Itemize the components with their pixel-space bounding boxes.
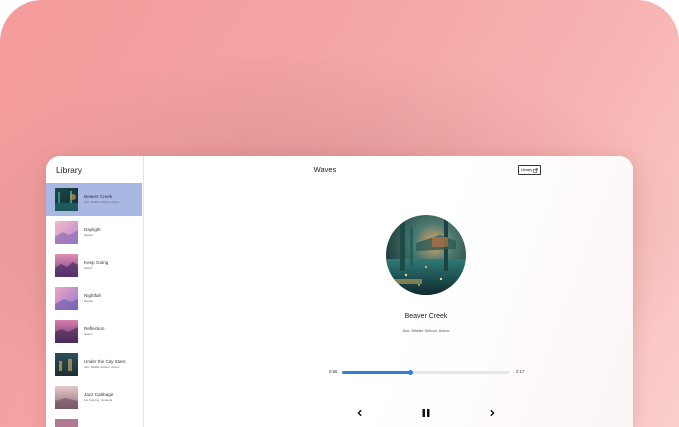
progress-fill: [342, 371, 411, 374]
album-thumbnail: [55, 188, 78, 211]
track-title: Daylight: [84, 227, 101, 232]
album-thumbnail: [55, 287, 78, 310]
album-art: [386, 215, 466, 295]
album-thumbnail: [55, 353, 78, 376]
track-artist: Nguza: [84, 299, 93, 303]
album-thumbnail: [55, 221, 78, 244]
track-item-daylight[interactable]: Daylight Nguza: [46, 216, 142, 249]
chevron-right-icon: [490, 409, 495, 417]
next-button[interactable]: [486, 407, 498, 419]
track-artist: Swørn: [84, 332, 93, 336]
pause-button[interactable]: [420, 407, 432, 419]
duration: 2:17: [516, 369, 525, 374]
track-item-jazz-cabbage[interactable]: Jazz Cabbage Ice Cuming, Jenarsia: [46, 381, 142, 414]
track-artist: Aso, Middle School, Aviino: [84, 200, 120, 204]
song-title: Beaver Creek: [404, 313, 448, 320]
album-thumbnail: [55, 254, 78, 277]
track-item-reflection[interactable]: Reflection Swørn: [46, 315, 142, 348]
library-button-label: Library: [520, 168, 533, 172]
progress-bar[interactable]: [342, 369, 509, 375]
progress-handle[interactable]: [407, 369, 413, 375]
track-artist: Aso, Middle School, Aviino: [84, 365, 120, 369]
track-artist: Swørn: [84, 266, 93, 270]
library-button[interactable]: Library: [518, 165, 541, 175]
now-playing-panel: Waves Library Beaver Creek Aso, Middle S…: [144, 156, 633, 427]
track-title: Keep Going: [84, 260, 109, 265]
track-item-nightfall[interactable]: Nightfall Nguza: [46, 282, 142, 315]
track-title: Nightfall: [84, 293, 101, 298]
track-title: Reflection: [84, 326, 105, 331]
chevron-left-icon: [357, 409, 362, 417]
album-thumbnail: [55, 419, 78, 427]
library-sidebar: Library Beaver Creek Aso, Middle School,…: [46, 156, 144, 427]
track-item-under-the-city-stars[interactable]: Under the City Stars Aso, Middle School,…: [46, 348, 142, 381]
track-title: Under the City Stars: [84, 359, 126, 364]
app-window: Library Beaver Creek Aso, Middle School,…: [46, 156, 633, 427]
previous-button[interactable]: [354, 407, 366, 419]
album-thumbnail: [55, 320, 78, 343]
pause-icon: [422, 409, 430, 417]
external-link-icon: [533, 167, 539, 173]
album-thumbnail: [55, 386, 78, 409]
track-item-keep-going[interactable]: Keep Going Swørn: [46, 249, 142, 282]
track-list: Beaver Creek Aso, Middle School, Aviino …: [46, 183, 142, 427]
song-artist: Aso, Middle School, Aviino: [402, 328, 450, 333]
sidebar-title: Library: [56, 165, 82, 175]
app-title: Waves: [313, 165, 337, 174]
track-artist: Ice Cuming, Jenarsia: [84, 398, 113, 402]
track-artist: Nguza: [84, 233, 93, 237]
current-time: 0:56: [329, 369, 338, 374]
track-item-beaver-creek[interactable]: Beaver Creek Aso, Middle School, Aviino: [46, 183, 142, 216]
track-title: Jazz Cabbage: [84, 392, 114, 397]
track-item-partial[interactable]: [46, 414, 142, 427]
track-title: Beaver Creek: [84, 194, 113, 199]
